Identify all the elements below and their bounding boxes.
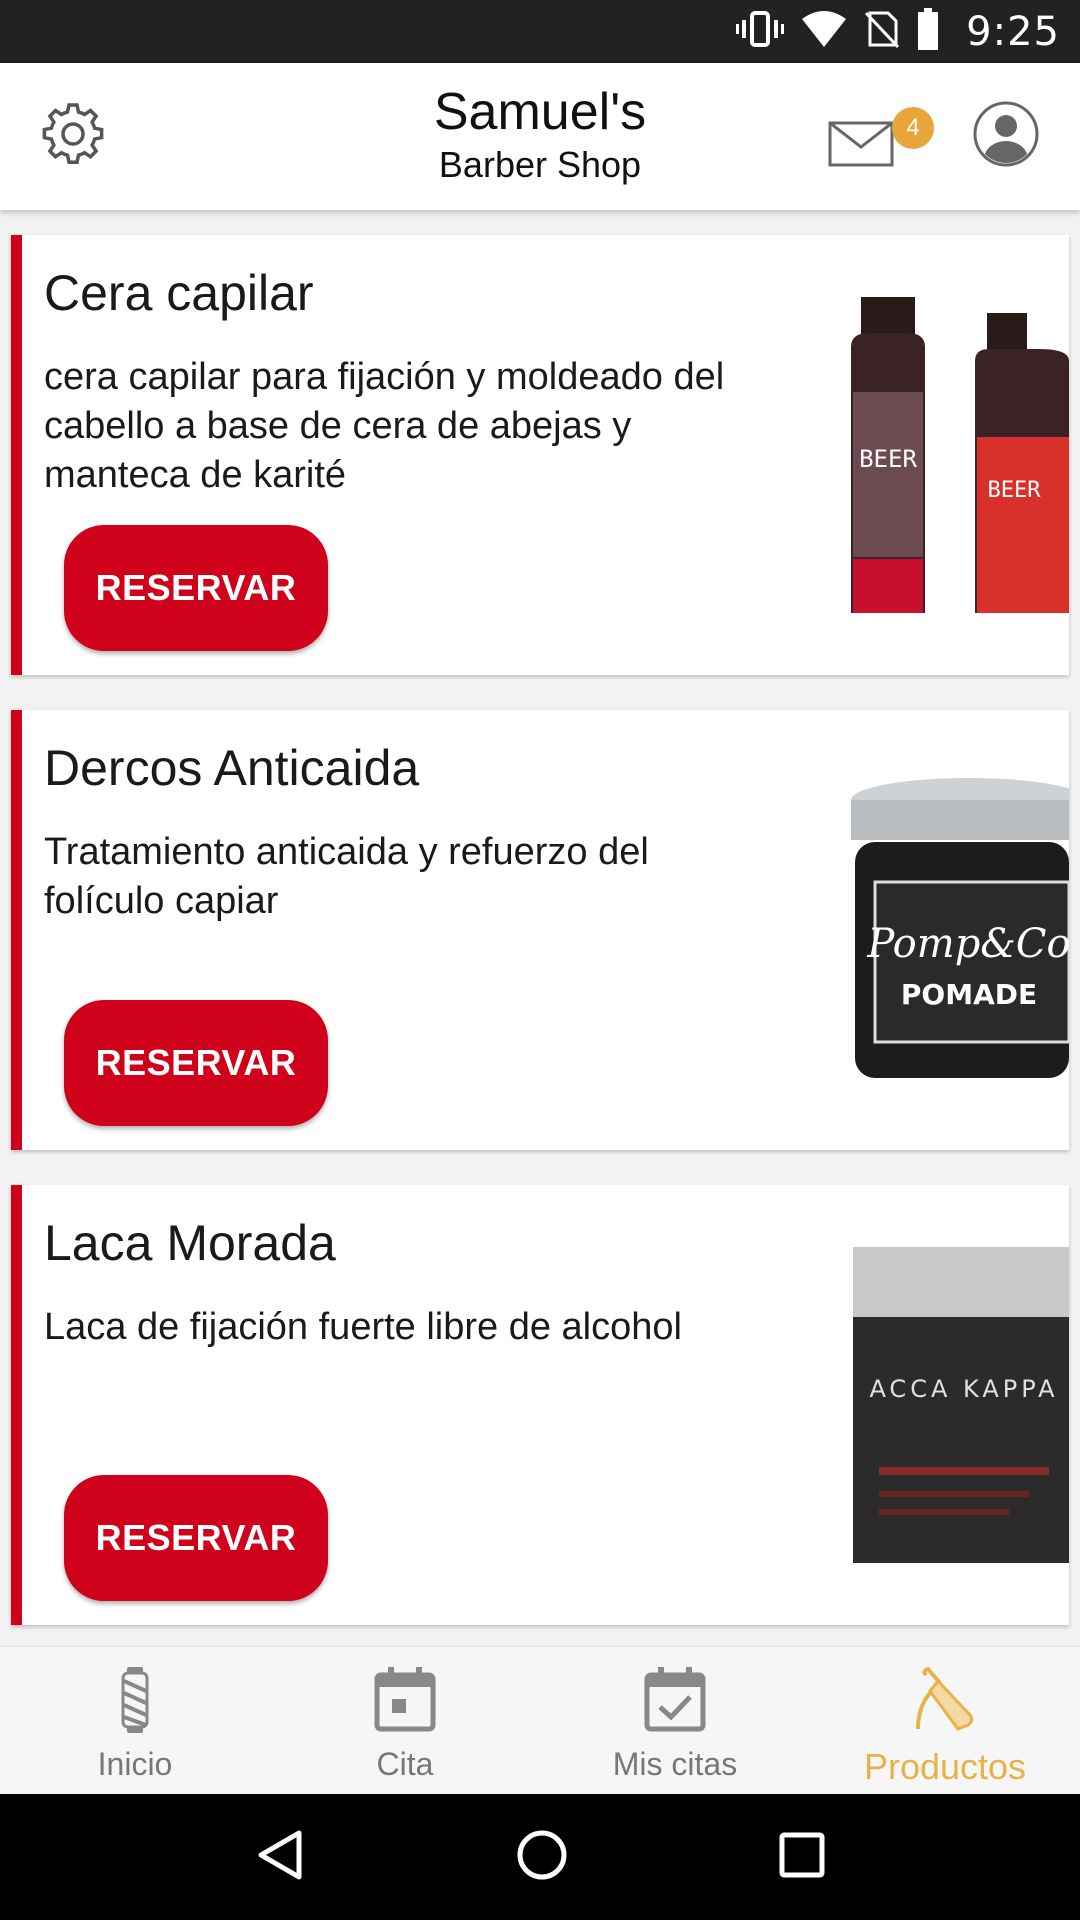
tab-productos[interactable]: Productos — [810, 1647, 1080, 1794]
messages-button[interactable]: 4 — [822, 101, 934, 181]
reserve-button[interactable]: RESERVAR — [64, 525, 328, 651]
shop-title: Samuel's Barber Shop — [290, 81, 790, 187]
bottom-nav: Inicio Cita Mis citas Productos — [0, 1646, 1080, 1794]
tab-inicio[interactable]: Inicio — [0, 1647, 270, 1794]
unread-badge: 4 — [892, 107, 934, 149]
card-accent — [11, 710, 22, 1150]
settings-button[interactable] — [38, 101, 108, 171]
svg-text:ACCA KAPPA: ACCA KAPPA — [869, 1375, 1058, 1403]
wifi-icon — [800, 9, 848, 54]
reserve-button[interactable]: RESERVAR — [64, 1475, 328, 1601]
svg-text:BEER: BEER — [859, 445, 917, 473]
product-description: Tratamiento anticaida y refuerzo del fol… — [44, 831, 649, 922]
mail-icon — [828, 121, 894, 172]
home-icon[interactable] — [516, 1829, 568, 1886]
battery-icon — [916, 8, 940, 55]
razor-icon — [912, 1666, 978, 1738]
status-bar: 9:25 — [0, 0, 1080, 63]
product-card: Laca Morada Laca de fijación fuerte libr… — [11, 1185, 1069, 1625]
product-card: Cera capilar cera capilar para fijación … — [11, 235, 1069, 675]
tab-cita[interactable]: Cita — [270, 1647, 540, 1794]
svg-text:Pomp&Co: Pomp&Co — [866, 921, 1069, 967]
recents-icon[interactable] — [779, 1832, 825, 1883]
product-description: Laca de fijación fuerte libre de alcohol — [44, 1306, 682, 1348]
tab-label: Productos — [863, 1746, 1027, 1787]
product-name: Cera capilar — [44, 265, 314, 321]
profile-button[interactable] — [973, 101, 1043, 171]
product-list[interactable]: Cera capilar cera capilar para fijación … — [0, 210, 1080, 1646]
product-name: Dercos Anticaida — [44, 740, 420, 796]
tab-label: Cita — [376, 1746, 434, 1782]
calendar-check-icon — [644, 1667, 706, 1738]
product-name: Laca Morada — [44, 1215, 336, 1271]
product-image: BEER BEER — [839, 297, 1069, 613]
gear-icon — [40, 101, 106, 172]
vibrate-icon — [736, 9, 785, 54]
status-time: 9:25 — [966, 8, 1060, 55]
profile-icon — [973, 101, 1039, 171]
shop-subtitle: Barber Shop — [438, 144, 642, 185]
product-image: ACCA KAPPA — [839, 1247, 1069, 1563]
back-icon[interactable] — [255, 1829, 305, 1886]
product-card: Dercos Anticaida Tratamiento anticaida y… — [11, 710, 1069, 1150]
status-icons: 9:25 — [736, 0, 1060, 63]
card-accent — [11, 235, 22, 675]
svg-text:POMADE: POMADE — [901, 978, 1037, 1011]
tab-label: Inicio — [97, 1746, 173, 1782]
tab-mis-citas[interactable]: Mis citas — [540, 1647, 810, 1794]
tab-label: Mis citas — [612, 1746, 738, 1782]
product-description: cera capilar para fijación y moldeado de… — [44, 356, 725, 496]
svg-text:BEER: BEER — [988, 478, 1042, 503]
card-accent — [11, 1185, 22, 1625]
system-nav — [0, 1794, 1080, 1920]
calendar-icon — [374, 1667, 436, 1738]
barber-pole-icon — [115, 1667, 155, 1738]
product-image: Pomp&Co POMADE — [839, 772, 1069, 1088]
app-header: Samuel's Barber Shop 4 — [0, 63, 1080, 210]
no-sim-icon — [864, 9, 900, 54]
shop-name: Samuel's — [433, 83, 647, 141]
reserve-button[interactable]: RESERVAR — [64, 1000, 328, 1126]
